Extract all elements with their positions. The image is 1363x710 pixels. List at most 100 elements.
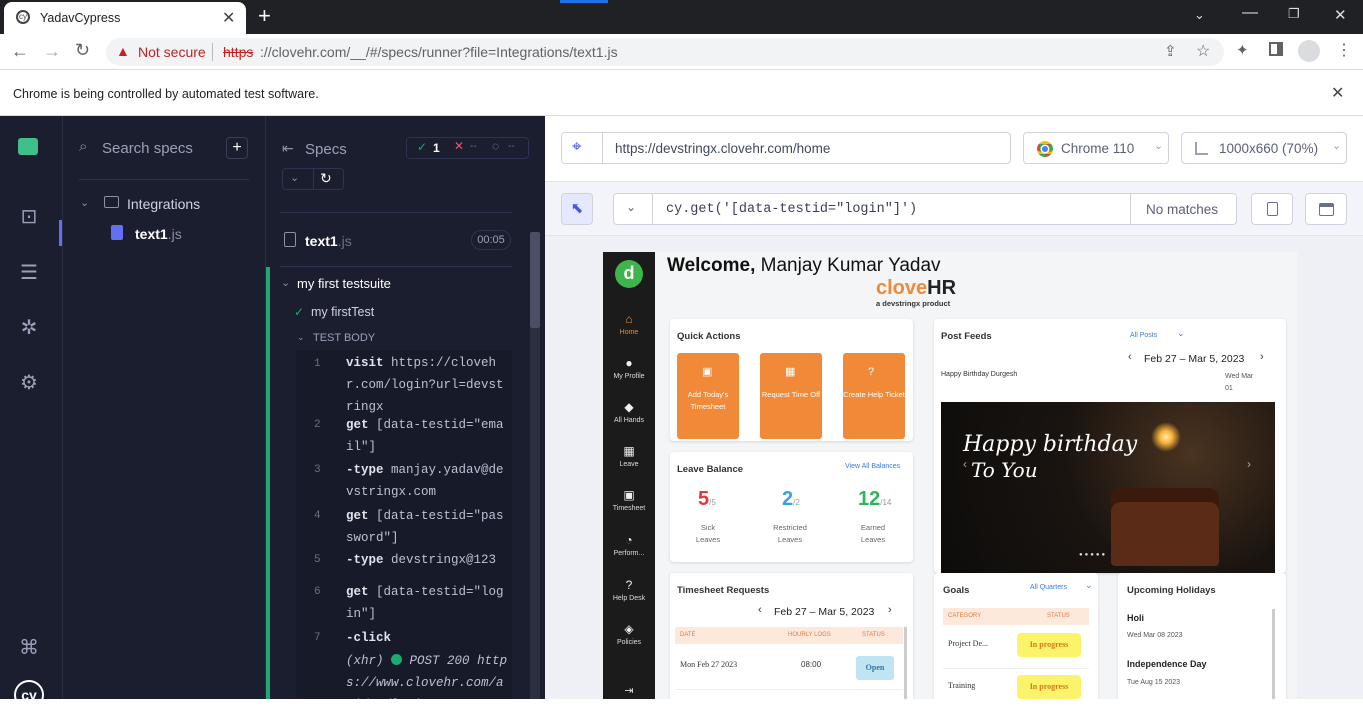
reporter-title[interactable]: Specs: [305, 141, 347, 158]
table-row[interactable]: Project De... In progress: [943, 625, 1089, 669]
suite-chevron-icon[interactable]: ⌄: [281, 276, 290, 289]
all-posts-filter[interactable]: All Posts: [1130, 332, 1157, 339]
spec-list-panel: ⌕ Search specs + ⌄ Integrations text1.js: [62, 116, 265, 699]
table-row[interactable]: Mon Feb 27 2023 08:00 Open: [675, 644, 903, 690]
reporter-scrollbar[interactable]: [530, 232, 540, 328]
quarters-chevron-icon[interactable]: ⌄: [1085, 580, 1093, 591]
search-specs-input[interactable]: Search specs: [102, 140, 193, 157]
debug-nav-icon[interactable]: ✲: [16, 315, 42, 341]
specs-nav-icon[interactable]: ⊡: [16, 204, 42, 230]
copy-selector-button[interactable]: [1251, 193, 1293, 225]
selector-method-chevron-icon[interactable]: ⌄: [626, 200, 636, 214]
specs-toggle-icon[interactable]: ⇤: [282, 140, 294, 157]
project-logo-icon[interactable]: [18, 138, 38, 155]
command-row[interactable]: 6 get [data-testid="login"]: [296, 578, 512, 622]
extensions-icon[interactable]: ✦: [1236, 41, 1249, 59]
selector-input-group[interactable]: ⌄ cy.get('[data-testid="login"]') No mat…: [613, 193, 1237, 225]
request-time-off-button[interactable]: ▦ Request Time Off: [760, 353, 822, 439]
holiday-date: Wed Mar 08 2023: [1127, 632, 1183, 639]
selector-playground-target-icon[interactable]: ⌖: [572, 137, 582, 157]
timesheet-next-icon[interactable]: ›: [888, 604, 892, 616]
table-row[interactable]: Training In progress: [943, 669, 1089, 699]
folder-name[interactable]: Integrations: [127, 196, 200, 212]
address-divider: [212, 43, 213, 61]
nav-timesheet[interactable]: ▣ Timesheet: [603, 488, 655, 512]
test-body-label[interactable]: TEST BODY: [313, 332, 375, 344]
security-label[interactable]: Not secure: [138, 44, 206, 60]
controls-divider: [313, 168, 314, 190]
all-quarters-filter[interactable]: All Quarters: [1030, 584, 1067, 591]
command-row[interactable]: 7 -click: [296, 624, 512, 648]
browser-tab[interactable]: cy YadavCypress ✕: [4, 2, 246, 34]
timesheet-scrollbar[interactable]: [904, 627, 907, 699]
suite-title[interactable]: my first testsuite: [297, 276, 391, 291]
holidays-scrollbar[interactable]: [1272, 609, 1275, 699]
aut-url-bar[interactable]: ⌖ https://devstringx.clovehr.com/home: [561, 132, 1011, 164]
test-body-chevron-icon[interactable]: ⌄: [297, 332, 305, 343]
selector-query-input[interactable]: cy.get('[data-testid="login"]'): [666, 202, 917, 217]
nav-leave[interactable]: ▦ Leave: [603, 444, 655, 468]
nav-all-hands[interactable]: ◆ All Hands: [603, 400, 655, 424]
carousel-prev-icon[interactable]: ‹: [963, 457, 967, 471]
nav-my-profile[interactable]: ● My Profile: [603, 356, 655, 380]
timesheet-prev-icon[interactable]: ‹: [758, 604, 762, 616]
command-row[interactable]: 5 -type devstringx@123: [296, 546, 512, 572]
xhr-log-row[interactable]: (xhr) POST 200 https://www.clovehr.com/a…: [296, 650, 512, 699]
test-title[interactable]: my firstTest: [311, 305, 374, 319]
window-close-icon[interactable]: ✕: [1334, 6, 1347, 24]
browser-select[interactable]: Chrome 110 ⌄: [1023, 132, 1169, 164]
reporter-scroll-track: [530, 328, 540, 699]
new-spec-button[interactable]: +: [226, 137, 248, 159]
reporter-chevron-down-icon[interactable]: ⌄: [290, 171, 299, 184]
command-row[interactable]: 3 -type manjay.yadav@devstringx.com: [296, 458, 512, 502]
share-icon[interactable]: ⇪: [1164, 42, 1177, 60]
selector-result-divider: [1130, 194, 1131, 224]
carousel-next-icon[interactable]: ›: [1247, 457, 1251, 471]
goals-card: Goals All Quarters ⌄ CATEGORY STATUS Pro…: [934, 573, 1098, 699]
reload-icon[interactable]: ↻: [75, 40, 90, 61]
runs-nav-icon[interactable]: ☰: [16, 260, 42, 286]
back-icon[interactable]: ←: [11, 41, 29, 62]
tab-close-icon[interactable]: ✕: [222, 8, 235, 28]
new-tab-icon[interactable]: +: [258, 3, 271, 29]
select-element-button[interactable]: ⬉: [561, 193, 593, 225]
timesheet-table-header: DATE HOURLY LOGS STATUS: [675, 627, 903, 644]
logout-icon[interactable]: ⇥: [603, 684, 655, 697]
view-all-balances-link[interactable]: View All Balances: [845, 463, 900, 470]
profile-avatar-icon[interactable]: [1298, 40, 1320, 62]
viewport-select[interactable]: 1000x660 (70%) ⌄: [1181, 132, 1347, 164]
settings-gear-icon[interactable]: ⚙: [16, 370, 42, 396]
print-to-console-button[interactable]: [1305, 193, 1347, 225]
forward-icon[interactable]: →: [43, 41, 61, 62]
chevron-down-icon[interactable]: ⌄: [80, 196, 89, 209]
nav-policies[interactable]: ◈ Policies: [603, 622, 655, 646]
carousel-dots[interactable]: ●●●●●: [1079, 552, 1107, 558]
create-help-ticket-button[interactable]: ? Create Help Ticket: [843, 353, 905, 439]
timesheet-icon: ▣: [623, 488, 635, 502]
side-panel-icon[interactable]: [1269, 42, 1283, 56]
address-bar[interactable]: ▲ Not secure https ://clovehr.com/__/#/s…: [106, 38, 1224, 66]
nav-performance[interactable]: ◔ Perform...: [603, 533, 655, 557]
keyboard-shortcuts-icon[interactable]: ⌘: [16, 635, 42, 661]
kebab-menu-icon[interactable]: ⋮: [1336, 40, 1352, 60]
add-timesheet-button[interactable]: ▣ Add Today's Timesheet: [677, 353, 739, 439]
spec-file-icon: [111, 225, 123, 240]
clovehr-sidebar: d ⌂ Home ● My Profile ◆ All Hands ▦ Leave ▣ T…: [603, 252, 655, 699]
rerun-icon[interactable]: ↻: [320, 170, 332, 187]
feeds-prev-icon[interactable]: ‹: [1128, 351, 1132, 363]
minimize-icon[interactable]: —: [1242, 4, 1258, 22]
command-row[interactable]: 4 get [data-testid="password"]: [296, 502, 512, 546]
filter-chevron-icon[interactable]: ⌄: [1177, 328, 1185, 339]
tab-search-icon[interactable]: ⌄: [1194, 7, 1205, 23]
infobar-close-icon[interactable]: ✕: [1331, 83, 1344, 103]
command-row[interactable]: 1 visit https://clovehr.com/login?url=de…: [296, 350, 512, 414]
nav-home[interactable]: ⌂ Home: [603, 312, 655, 336]
birthday-banner-image[interactable]: Happy birthday To You ‹ › ●●●●●: [941, 402, 1275, 573]
spec-file-link[interactable]: text1.js: [135, 226, 182, 242]
command-row[interactable]: 2 get [data-testid="email"]: [296, 414, 512, 454]
bookmark-star-icon[interactable]: ☆: [1196, 41, 1210, 61]
restore-icon[interactable]: ❐: [1288, 6, 1300, 22]
feeds-next-icon[interactable]: ›: [1260, 351, 1264, 363]
viewport-ruler-icon: [1195, 142, 1208, 155]
nav-help-desk[interactable]: ? Help Desk: [603, 578, 655, 602]
